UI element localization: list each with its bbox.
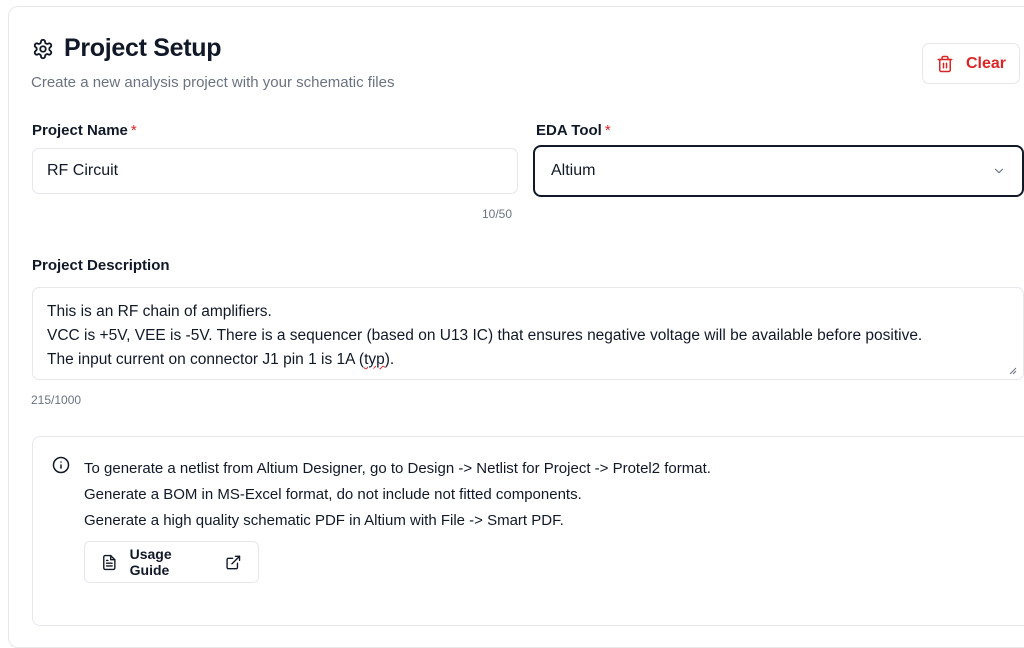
page-title: Project Setup xyxy=(64,34,222,62)
gear-icon xyxy=(33,38,53,59)
description-line-start: The input current on connector J1 pin 1 … xyxy=(47,351,365,368)
project-name-input[interactable]: RF Circuit xyxy=(32,148,518,194)
info-line: Generate a high quality schematic PDF in… xyxy=(84,512,564,529)
eda-tool-select[interactable]: Altium xyxy=(533,145,1024,197)
usage-guide-button[interactable]: Usage Guide xyxy=(84,541,259,583)
project-name-value: RF Circuit xyxy=(47,162,119,179)
misspelled-word: typ xyxy=(364,351,385,368)
trash-icon xyxy=(937,55,953,72)
page-header: Project Setup xyxy=(32,34,222,63)
document-icon xyxy=(103,554,116,570)
chevron-down-icon xyxy=(994,168,1004,174)
description-line: The input current on connector J1 pin 1 … xyxy=(47,348,1009,372)
info-line: To generate a netlist from Altium Design… xyxy=(84,460,711,477)
info-text: To generate a netlist from Altium Design… xyxy=(84,456,711,534)
page-subtitle: Create a new analysis project with your … xyxy=(31,74,395,91)
required-mark: * xyxy=(604,122,611,139)
clear-button[interactable]: Clear xyxy=(922,43,1020,84)
clear-label: Clear xyxy=(965,54,1007,72)
project-name-label-text: Project Name xyxy=(32,122,128,139)
description-counter: 215/1000 xyxy=(31,393,82,407)
project-description-textarea[interactable]: This is an RF chain of amplifiers. VCC i… xyxy=(32,287,1024,380)
project-name-counter: 10/50 xyxy=(482,207,513,221)
info-icon xyxy=(52,456,70,474)
eda-tool-selected: Altium xyxy=(551,162,596,179)
usage-guide-label: Usage Guide xyxy=(129,546,172,578)
info-line: Generate a BOM in MS-Excel format, do no… xyxy=(84,486,582,503)
resize-handle-icon[interactable] xyxy=(1009,367,1017,375)
required-mark: * xyxy=(130,122,137,139)
project-name-label: Project Name * xyxy=(32,122,137,139)
eda-tool-label-text: EDA Tool xyxy=(536,122,602,139)
project-description-label: Project Description xyxy=(32,257,170,274)
description-line: VCC is +5V, VEE is -5V. There is a seque… xyxy=(47,327,923,344)
eda-tool-label: EDA Tool * xyxy=(536,122,611,139)
info-box: To generate a netlist from Altium Design… xyxy=(32,436,1024,626)
description-line-end: ). xyxy=(384,351,395,368)
description-line: This is an RF chain of amplifiers. xyxy=(47,303,272,320)
external-link-icon xyxy=(226,555,241,569)
